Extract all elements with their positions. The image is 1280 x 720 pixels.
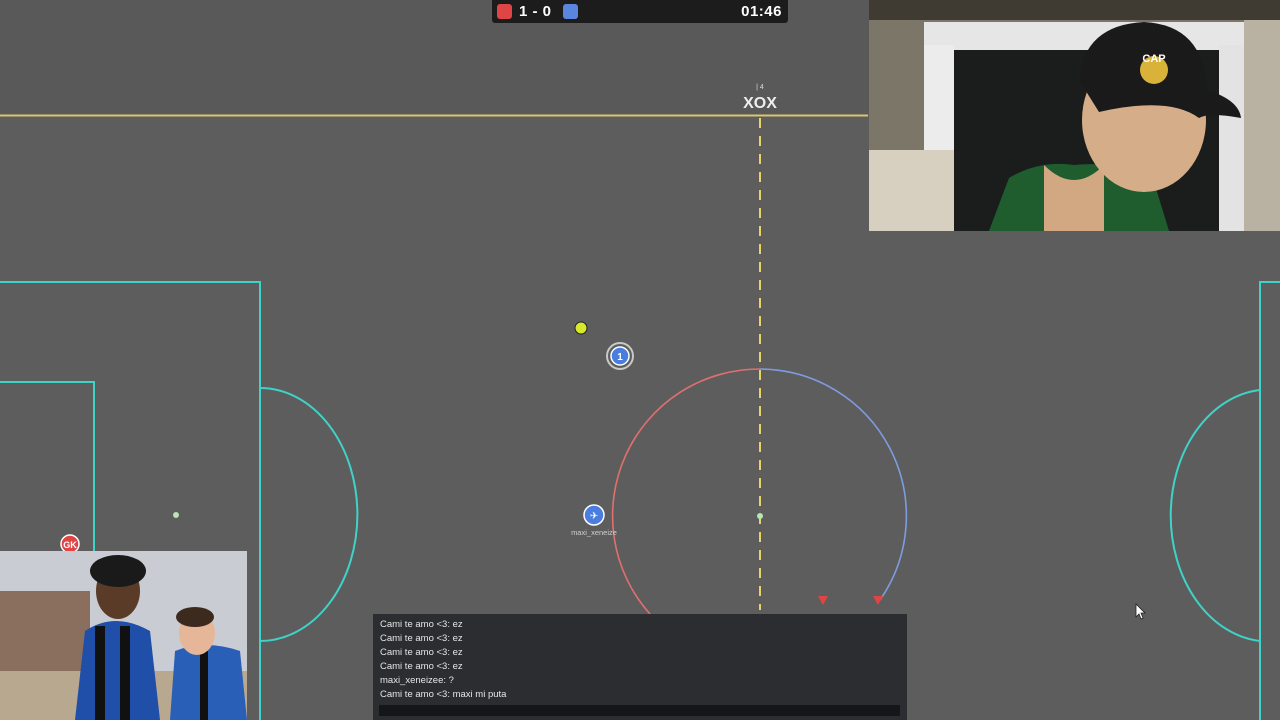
- top-marker-label: | 4: [756, 84, 764, 91]
- goalkeeper-label: GK: [63, 540, 77, 550]
- red-team-icon: [497, 4, 512, 19]
- chat-message-list: Cami te amo <3: ez Cami te amo <3: ez Ca…: [380, 618, 506, 702]
- top-marker-logo: XOX: [743, 95, 777, 112]
- left-penalty-spot: [173, 512, 179, 518]
- chat-message: Cami te amo <3: ez: [380, 619, 463, 630]
- cap-logo-text: CAP: [1142, 53, 1165, 65]
- player-one-number: 1: [617, 352, 623, 363]
- chat-message: Cami te amo <3: ez: [380, 661, 463, 672]
- chat-panel: Cami te amo <3: ez Cami te amo <3: ez Ca…: [373, 614, 907, 720]
- chat-message: maxi_xeneizee: ?: [380, 675, 454, 686]
- match-clock: 01:46: [741, 3, 782, 20]
- chat-message: Cami te amo <3: ez: [380, 647, 463, 658]
- webcam-image: CAP: [869, 0, 1280, 231]
- center-spot: [757, 513, 763, 519]
- chat-message: Cami te amo <3: ez: [380, 633, 463, 644]
- score: 1 - 0: [519, 3, 552, 20]
- player-two-name: maxi_xeneize: [571, 528, 617, 537]
- plane-icon: ✈: [590, 511, 598, 522]
- blue-team-icon: [563, 4, 578, 19]
- scoreboard: 1 - 0 01:46: [492, 0, 788, 23]
- chat-message: Cami te amo <3: maxi mi puta: [380, 689, 507, 700]
- ball: [574, 321, 588, 335]
- webcam-overlay: CAP: [869, 0, 1280, 231]
- chat-input[interactable]: [379, 705, 900, 716]
- players-photo: [0, 551, 247, 720]
- photo-overlay: [0, 551, 247, 720]
